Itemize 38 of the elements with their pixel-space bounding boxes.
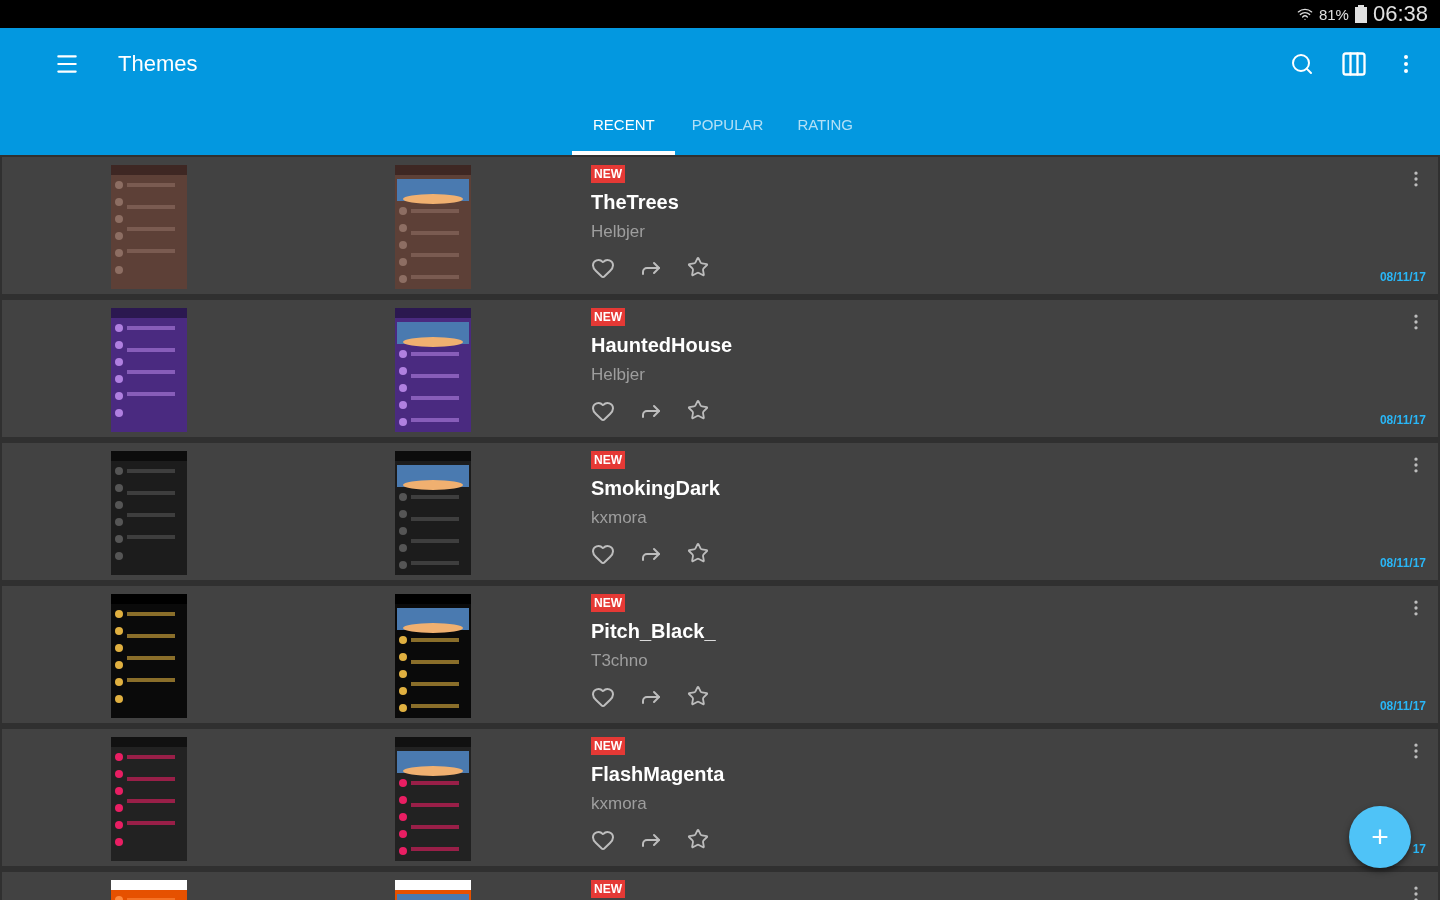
theme-card[interactable]: NEW: [2, 872, 1438, 900]
new-badge: NEW: [591, 451, 625, 469]
theme-title: TheTrees: [591, 191, 679, 214]
heart-icon[interactable]: [591, 399, 615, 423]
theme-card[interactable]: NEW Pitch_Black_ T3chno 08/11/17: [2, 586, 1438, 723]
theme-title: FlashMagenta: [591, 763, 725, 786]
theme-date: 08/11/17: [1379, 556, 1426, 570]
theme-date: 17: [1412, 842, 1426, 856]
theme-title: HauntedHouse: [591, 334, 733, 357]
new-badge: NEW: [591, 308, 625, 326]
theme-author: T3chno: [591, 651, 648, 671]
new-badge: NEW: [591, 594, 625, 612]
new-badge: NEW: [591, 880, 625, 898]
columns-icon[interactable]: [1340, 50, 1368, 78]
theme-card[interactable]: NEW TheTrees Helbjer 08/11/17: [2, 157, 1438, 294]
heart-icon[interactable]: [591, 685, 615, 709]
app-title: Themes: [118, 51, 199, 77]
new-badge: NEW: [591, 165, 625, 183]
theme-title: Pitch_Black_: [591, 620, 716, 643]
theme-date: 08/11/17: [1379, 699, 1426, 713]
search-icon[interactable]: [1290, 52, 1314, 76]
wifi-icon: [1296, 6, 1313, 22]
clock: 06:38: [1372, 1, 1428, 27]
theme-date: 08/11/17: [1379, 270, 1426, 284]
theme-author: Helbjer: [591, 222, 645, 242]
theme-date: 08/11/17: [1379, 413, 1426, 427]
new-badge: NEW: [591, 737, 625, 755]
heart-icon[interactable]: [591, 256, 615, 280]
theme-title: SmokingDark: [591, 477, 720, 500]
theme-card[interactable]: NEW HauntedHouse Helbjer 08/11/17: [2, 300, 1438, 437]
theme-author: kxmora: [591, 794, 647, 814]
heart-icon[interactable]: [591, 542, 615, 566]
theme-author: kxmora: [591, 508, 647, 528]
theme-author: Helbjer: [591, 365, 645, 385]
heart-icon[interactable]: [591, 828, 615, 852]
battery-icon: [1354, 5, 1367, 23]
battery-percent: 81%: [1318, 5, 1349, 23]
theme-card[interactable]: NEW SmokingDark kxmora 08/11/17: [2, 443, 1438, 580]
